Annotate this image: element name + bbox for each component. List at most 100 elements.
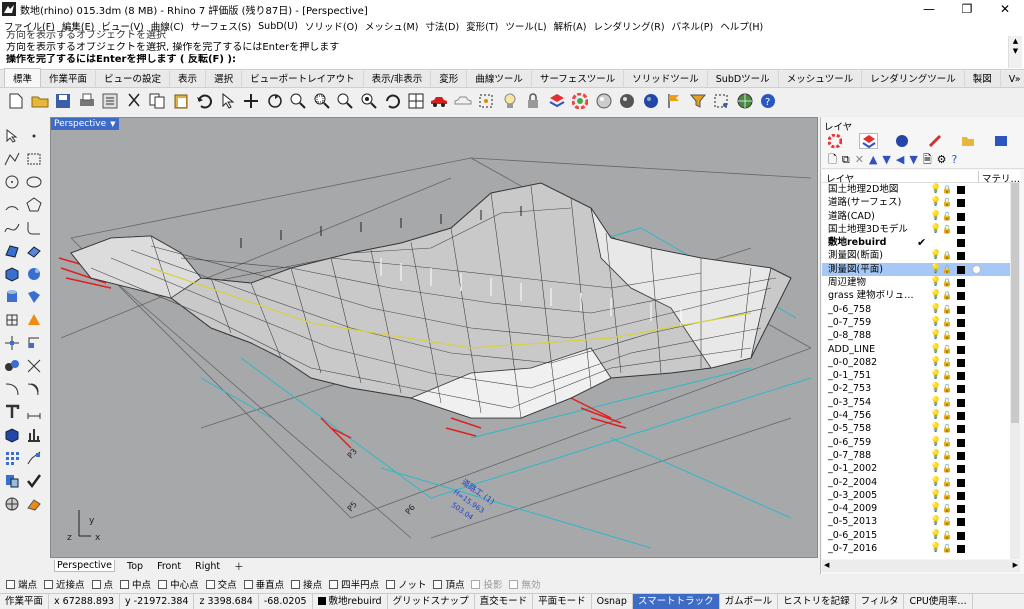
tab-transform[interactable]: 変形 [431, 69, 468, 87]
curve-icon[interactable] [2, 218, 22, 238]
car-icon[interactable] [429, 91, 449, 111]
tab-display[interactable]: 表示 [170, 69, 207, 87]
bulb-icon[interactable]: 💡 [930, 369, 941, 382]
layer-color-swatch[interactable] [957, 358, 965, 367]
bulb-icon[interactable]: 💡 [930, 196, 941, 209]
sphere-solid-icon[interactable] [24, 264, 44, 284]
lock-icon[interactable] [523, 91, 543, 111]
layer-color-swatch[interactable] [957, 425, 965, 434]
bulb-icon[interactable]: 💡 [930, 515, 941, 528]
layer-row[interactable]: _0-6_758 💡 🔓 [822, 303, 1010, 316]
unlock-icon[interactable]: 🔓 [942, 196, 952, 209]
tab-surface-tools[interactable]: サーフェスツール [532, 69, 625, 87]
layer-row[interactable]: _0-7_759 💡 🔓 [822, 316, 1010, 329]
unlock-icon[interactable]: 🔓 [942, 462, 952, 475]
osnap-tangent[interactable]: 接点 [291, 577, 322, 591]
checkbox[interactable] [44, 579, 54, 589]
lock-icon[interactable]: 🔒 [942, 183, 952, 196]
filter-icon[interactable] [688, 91, 708, 111]
tab-mesh-tools[interactable]: メッシュツール [779, 69, 863, 87]
bulb-icon[interactable]: 💡 [930, 409, 941, 422]
unlock-icon[interactable]: 🔓 [942, 515, 952, 528]
select-arrow-icon[interactable] [2, 126, 22, 146]
solid-box-icon[interactable] [2, 425, 22, 445]
dimension-icon[interactable] [24, 402, 44, 422]
layer-color-swatch[interactable] [957, 279, 965, 288]
move-up-icon[interactable]: ▲ [869, 154, 877, 165]
layer-color-swatch[interactable] [957, 292, 965, 301]
blend-curve-icon[interactable] [2, 379, 22, 399]
perspective-viewport[interactable]: P3 P5 P6 道路工 (1) H=15.963 503.04 y x z [50, 117, 818, 558]
bulb-icon[interactable]: 💡 [930, 263, 941, 276]
layer-color-swatch[interactable] [957, 212, 965, 221]
zoom-selected-icon[interactable] [359, 91, 379, 111]
layer-color-swatch[interactable] [957, 545, 965, 554]
layer-color-swatch[interactable] [957, 465, 965, 474]
new-layer-icon[interactable]: 🗋 [828, 154, 837, 165]
layer-help-icon[interactable]: ? [952, 154, 958, 165]
tab-render-tools[interactable]: レンダリングツール [862, 69, 965, 87]
checkbox[interactable] [329, 579, 339, 589]
paste-icon[interactable] [171, 91, 191, 111]
unlock-icon[interactable]: 🔓 [942, 489, 952, 502]
material-icon[interactable] [972, 264, 981, 274]
checkbox[interactable] [433, 579, 443, 589]
globe-icon[interactable] [735, 91, 755, 111]
tab-curve-tools[interactable]: 曲線ツール [467, 69, 532, 87]
close-button[interactable]: ✕ [986, 0, 1024, 18]
command-prompt[interactable]: 操作を完了するにはEnterを押します ( 反転(F) ): [0, 54, 1024, 66]
layer-row[interactable]: _0-8_788 💡 🔓 [822, 329, 1010, 342]
checkbox[interactable] [120, 579, 130, 589]
bulb-icon[interactable]: 💡 [930, 316, 941, 329]
checkbox[interactable] [291, 579, 301, 589]
wireframe-car-icon[interactable] [453, 91, 473, 111]
bulb-icon[interactable]: 💡 [930, 210, 941, 223]
layer-row-current[interactable]: 敷地rebuird ✔ [822, 236, 1010, 249]
unlock-icon[interactable]: 🔓 [942, 422, 952, 435]
viewport-tab-front[interactable]: Front [155, 561, 183, 572]
zoom-window-icon[interactable] [312, 91, 332, 111]
delete-layer-icon[interactable]: ✕ [855, 154, 864, 165]
boolean-icon[interactable] [24, 287, 44, 307]
pan-icon[interactable] [241, 91, 261, 111]
bulb-icon[interactable]: 💡 [930, 382, 941, 395]
layer-row[interactable]: _0-2_2004 💡 🔓 [822, 476, 1010, 489]
analyze-icon[interactable] [24, 425, 44, 445]
tab-viewport-layout[interactable]: ビューポートレイアウト [242, 69, 364, 87]
scrollbar-thumb[interactable] [1011, 183, 1019, 423]
checkmark-icon[interactable] [24, 471, 44, 491]
circle-icon[interactable] [2, 172, 22, 192]
unlock-icon[interactable]: 🔓 [942, 303, 952, 316]
layer-row[interactable]: _0-5_758 💡 🔓 [822, 422, 1010, 435]
layer-list-hscrollbar[interactable]: ◀ ▶ [822, 560, 1020, 572]
move-to-parent-icon[interactable]: ◀ [896, 154, 904, 165]
viewport-tab-top[interactable]: Top [125, 561, 145, 572]
layer-row[interactable]: _0-1_751 💡 🔓 [822, 369, 1010, 382]
print-icon[interactable] [77, 91, 97, 111]
layer-color-swatch[interactable] [957, 412, 965, 421]
bulb-icon[interactable]: 💡 [930, 529, 941, 542]
bulb-icon[interactable]: 💡 [930, 356, 941, 369]
viewport-tab-perspective[interactable]: Perspective [54, 560, 116, 572]
tab-select[interactable]: 選択 [206, 69, 243, 87]
status-cplane[interactable]: 作業平面 [0, 593, 50, 609]
checkbox[interactable] [91, 579, 101, 589]
layer-color-swatch[interactable] [957, 518, 965, 527]
bulb-icon[interactable]: 💡 [930, 449, 941, 462]
toggle-planar[interactable]: 平面モード [533, 593, 592, 609]
lock-icon[interactable]: 🔒 [942, 276, 952, 289]
layer-row[interactable]: _0-1_2002 💡 🔓 [822, 462, 1010, 475]
polygon-icon[interactable] [24, 195, 44, 215]
layer-row[interactable]: 道路(サーフェス) 💡 🔓 [822, 196, 1010, 209]
unlock-icon[interactable]: 🔓 [942, 210, 952, 223]
layer-color-swatch[interactable] [957, 265, 965, 274]
bulb-icon[interactable]: 💡 [930, 303, 941, 316]
materials-panel-icon[interactable] [925, 133, 944, 149]
toggle-ortho[interactable]: 直交モード [475, 593, 534, 609]
cylinder-icon[interactable] [2, 287, 22, 307]
bulb-icon[interactable]: 💡 [930, 329, 941, 342]
cut-icon[interactable] [124, 91, 144, 111]
viewport-layout-icon[interactable] [406, 91, 426, 111]
toggle-record-history[interactable]: ヒストリを記録 [778, 593, 856, 609]
osnap-intersection[interactable]: 交点 [205, 577, 237, 591]
